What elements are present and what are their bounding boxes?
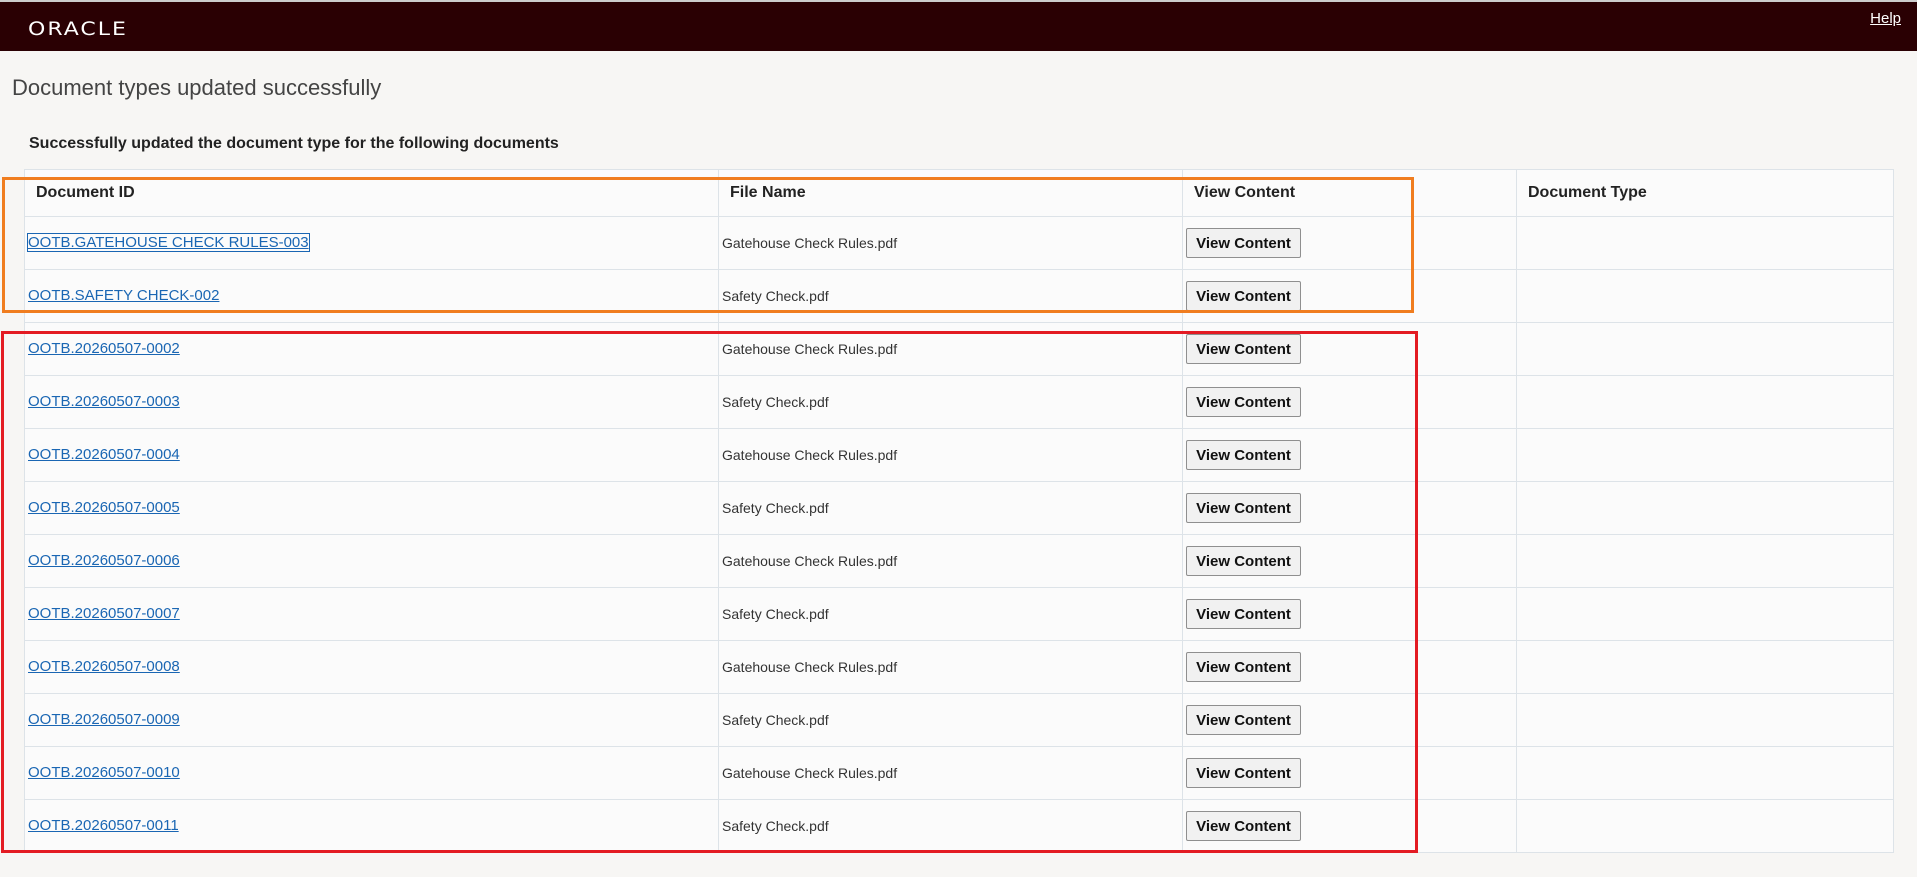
help-link[interactable]: Help: [1870, 10, 1901, 27]
file-name-cell: Safety Check.pdf: [718, 799, 1183, 853]
oracle-logo: ORACLE: [28, 18, 128, 41]
file-name-cell: Safety Check.pdf: [718, 587, 1183, 641]
view-content-cell: View Content: [1182, 216, 1517, 270]
document-type-cell: [1516, 693, 1894, 747]
table-row: OOTB.20260507-0007 Safety Check.pdf View C…: [24, 587, 1894, 641]
document-id-cell: OOTB.20260507-0008: [24, 640, 719, 694]
table-row: OOTB.20260507-0005 Safety Check.pdf View C…: [24, 481, 1894, 535]
document-type-cell: [1516, 269, 1894, 323]
view-content-cell: View Content: [1182, 640, 1517, 694]
file-name-cell: Gatehouse Check Rules.pdf: [718, 216, 1183, 270]
table-row: OOTB.SAFETY CHECK-002 Safety Check.pdf Vie…: [24, 269, 1894, 323]
view-content-button[interactable]: View Content: [1186, 652, 1301, 682]
view-content-cell: View Content: [1182, 481, 1517, 535]
file-name-cell: Gatehouse Check Rules.pdf: [718, 534, 1183, 588]
file-name-cell: Safety Check.pdf: [718, 269, 1183, 323]
document-id-link[interactable]: OOTB.20260507-0010: [28, 764, 180, 781]
document-id-cell: OOTB.20260507-0002: [24, 322, 719, 376]
column-header-file-name: File Name: [718, 169, 1183, 217]
table-row: OOTB.20260507-0002 Gatehouse Check Rules.…: [24, 322, 1894, 376]
view-content-cell: View Content: [1182, 322, 1517, 376]
column-header-document-type: Document Type: [1516, 169, 1894, 217]
table-header-row: Document ID File Name View Content Docum…: [24, 169, 1894, 217]
document-id-cell: OOTB.SAFETY CHECK-002: [24, 269, 719, 323]
view-content-button[interactable]: View Content: [1186, 493, 1301, 523]
document-type-cell: [1516, 428, 1894, 482]
document-id-link[interactable]: OOTB.20260507-0005: [28, 499, 180, 516]
view-content-button[interactable]: View Content: [1186, 811, 1301, 841]
view-content-cell: View Content: [1182, 693, 1517, 747]
view-content-cell: View Content: [1182, 587, 1517, 641]
view-content-cell: View Content: [1182, 746, 1517, 800]
view-content-cell: View Content: [1182, 269, 1517, 323]
view-content-button[interactable]: View Content: [1186, 334, 1301, 364]
table-row: OOTB.20260507-0010 Gatehouse Check Rules.…: [24, 746, 1894, 800]
file-name-cell: Gatehouse Check Rules.pdf: [718, 640, 1183, 694]
documents-table: Document ID File Name View Content Docum…: [24, 169, 1894, 853]
page-title: Document types updated successfully: [12, 75, 382, 100]
view-content-button[interactable]: View Content: [1186, 281, 1301, 311]
file-name-cell: Safety Check.pdf: [718, 375, 1183, 429]
document-id-link[interactable]: OOTB.20260507-0009: [28, 711, 180, 728]
document-id-cell: OOTB.20260507-0007: [24, 587, 719, 641]
table-row: OOTB.20260507-0006 Gatehouse Check Rules.…: [24, 534, 1894, 588]
document-type-cell: [1516, 799, 1894, 853]
document-id-cell: OOTB.20260507-0010: [24, 746, 719, 800]
document-type-cell: [1516, 375, 1894, 429]
document-type-cell: [1516, 746, 1894, 800]
document-id-cell: OOTB.GATEHOUSE CHECK RULES-003: [24, 216, 719, 270]
document-id-cell: OOTB.20260507-0004: [24, 428, 719, 482]
document-type-cell: [1516, 640, 1894, 694]
document-id-cell: OOTB.20260507-0009: [24, 693, 719, 747]
view-content-cell: View Content: [1182, 799, 1517, 853]
table-row: OOTB.20260507-0009 Safety Check.pdf View C…: [24, 693, 1894, 747]
view-content-button[interactable]: View Content: [1186, 758, 1301, 788]
document-id-cell: OOTB.20260507-0003: [24, 375, 719, 429]
view-content-cell: View Content: [1182, 375, 1517, 429]
view-content-button[interactable]: View Content: [1186, 228, 1301, 258]
table-row: OOTB.20260507-0011 Safety Check.pdf View C…: [24, 799, 1894, 853]
file-name-cell: Safety Check.pdf: [718, 481, 1183, 535]
file-name-cell: Gatehouse Check Rules.pdf: [718, 322, 1183, 376]
document-id-link[interactable]: OOTB.20260507-0006: [28, 552, 180, 569]
document-id-link[interactable]: OOTB.20260507-0002: [28, 340, 180, 357]
document-type-cell: [1516, 534, 1894, 588]
column-header-view-content: View Content: [1182, 169, 1517, 217]
top-header-bar: ORACLE Help: [0, 0, 1917, 51]
document-type-cell: [1516, 216, 1894, 270]
document-type-cell: [1516, 322, 1894, 376]
view-content-cell: View Content: [1182, 534, 1517, 588]
document-id-link[interactable]: OOTB.20260507-0004: [28, 446, 180, 463]
file-name-cell: Gatehouse Check Rules.pdf: [718, 746, 1183, 800]
document-id-link[interactable]: OOTB.SAFETY CHECK-002: [28, 287, 219, 304]
document-id-cell: OOTB.20260507-0005: [24, 481, 719, 535]
view-content-button[interactable]: View Content: [1186, 599, 1301, 629]
view-content-button[interactable]: View Content: [1186, 546, 1301, 576]
view-content-button[interactable]: View Content: [1186, 705, 1301, 735]
table-row: OOTB.GATEHOUSE CHECK RULES-003 Gatehouse …: [24, 216, 1894, 270]
table-row: OOTB.20260507-0003 Safety Check.pdf View C…: [24, 375, 1894, 429]
page-subtitle: Successfully updated the document type f…: [29, 135, 559, 152]
document-id-link[interactable]: OOTB.GATEHOUSE CHECK RULES-003: [27, 233, 310, 252]
file-name-cell: Gatehouse Check Rules.pdf: [718, 428, 1183, 482]
document-id-link[interactable]: OOTB.20260507-0008: [28, 658, 180, 675]
view-content-button[interactable]: View Content: [1186, 387, 1301, 417]
document-id-cell: OOTB.20260507-0006: [24, 534, 719, 588]
document-id-link[interactable]: OOTB.20260507-0011: [28, 817, 179, 834]
table-row: OOTB.20260507-0004 Gatehouse Check Rules.…: [24, 428, 1894, 482]
document-id-link[interactable]: OOTB.20260507-0003: [28, 393, 180, 410]
table-row: OOTB.20260507-0008 Gatehouse Check Rules.…: [24, 640, 1894, 694]
column-header-document-id: Document ID: [24, 169, 719, 217]
view-content-cell: View Content: [1182, 428, 1517, 482]
file-name-cell: Safety Check.pdf: [718, 693, 1183, 747]
document-type-cell: [1516, 587, 1894, 641]
document-type-cell: [1516, 481, 1894, 535]
view-content-button[interactable]: View Content: [1186, 440, 1301, 470]
document-id-link[interactable]: OOTB.20260507-0007: [28, 605, 180, 622]
document-id-cell: OOTB.20260507-0011: [24, 799, 719, 853]
